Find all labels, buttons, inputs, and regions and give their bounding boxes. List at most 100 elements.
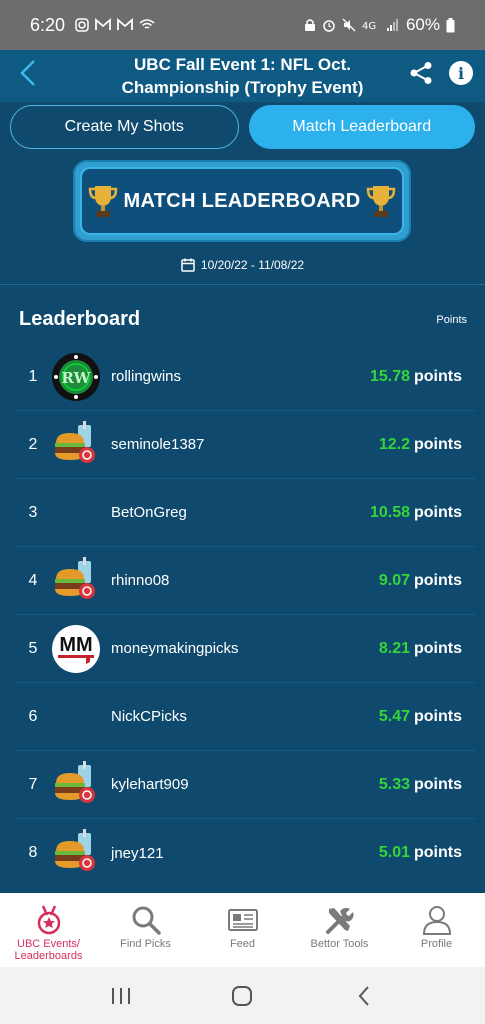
leaderboard-row[interactable]: 7 kylehart909 5.33 points [14,751,476,819]
score: 15.78 points [370,368,462,386]
leaderboard-row[interactable]: 6 NickCPicks 5.47 points [14,683,476,751]
rw-logo-avatar: RW [52,352,100,401]
rank: 5 [28,639,38,657]
points-value: 10.58 [369,503,410,521]
home-button[interactable] [227,981,257,1011]
avatar [52,760,100,809]
leaderboard-header: Leaderboard Points [19,308,467,331]
bottom-nav: UBC Events/ Leaderboards Find Picks Feed… [0,893,485,967]
recent-apps-icon [111,987,130,1004]
signal-icon [386,19,398,31]
tab-create-my-shots[interactable]: Create My Shots [10,105,239,149]
rank: 3 [28,503,38,521]
points-unit: points [414,707,462,725]
score: 5.47 points [379,708,462,726]
points-value: 5.01 [378,844,410,861]
mail-icon [117,18,133,30]
leaderboard-row[interactable]: 5 MM moneymakingpicks 8.21 points [14,615,476,683]
nav-label: Bettor Tools [310,938,369,950]
info-button[interactable]: i [449,61,473,85]
rank: 1 [28,367,38,385]
username: kylehart909 [111,776,189,793]
tab-match-leaderboard[interactable]: Match Leaderboard [248,105,475,149]
score: 9.07 points [379,572,462,590]
nav-find-picks[interactable]: Find Picks [97,893,194,967]
rank: 6 [28,707,38,725]
points-value: 5.47 [378,707,410,725]
rank: 7 [28,775,38,793]
nav-bettor-tools[interactable]: Bettor Tools [291,893,388,967]
banner-title: MATCH LEADERBOARD [123,189,361,212]
points-unit: points [414,639,462,657]
burger-soda-avatar [55,829,95,871]
lock-icon [304,19,315,31]
score: 8.21 points [379,640,462,658]
nav-feed[interactable]: Feed [194,893,291,967]
username: NickCPicks [111,708,187,725]
instagram-icon [75,18,89,32]
search-icon [132,906,161,935]
tools-icon [325,907,354,934]
burger-soda-avatar [55,760,95,803]
leaderboard-row[interactable]: 1 RW rollingwins 15.78 points [14,343,476,411]
trophy-icon [367,186,396,217]
points-unit: points [414,367,462,385]
android-nav-bar [0,967,485,1024]
tab-bar: Create My Shots Match Leaderboard [10,105,475,149]
burger-soda-avatar [55,420,95,463]
nav-label: Feed [229,938,256,950]
leaderboard-row[interactable]: 2 seminole1387 12.2 points [14,411,476,479]
svg-text:RW: RW [62,369,92,387]
home-icon [232,985,253,1006]
points-value: 8.21 [378,639,410,657]
svg-text:4G: 4G [362,21,376,32]
points-unit: points [414,571,462,589]
mute-icon [342,18,356,32]
points-unit: points [414,775,462,793]
rank: 2 [28,435,38,453]
avatar [52,693,100,741]
leaderboard-list: 1 RW rollingwins 15.78 points 2 seminole… [14,343,476,887]
back-button[interactable] [14,58,42,88]
avatar [52,489,100,537]
share-icon [410,62,432,84]
points-column-label: Points [436,313,467,326]
date-range-text: 10/20/22 - 11/08/22 [200,258,305,272]
banner-inner: MATCH LEADERBOARD [80,167,404,235]
username: BetOnGreg [111,504,187,521]
leaderboard-row[interactable]: 3 BetOnGreg 10.58 points [14,479,476,547]
points-unit: points [414,503,462,521]
username: rhinno08 [111,572,170,589]
share-button[interactable] [409,61,433,85]
username: jney121 [111,844,164,862]
nav-label: Profile [420,938,453,950]
nav-profile[interactable]: Profile [388,893,485,967]
status-time: 6:20 [30,14,66,35]
app-header: UBC Fall Event 1: NFL Oct. Championship … [0,50,485,102]
system-back-button[interactable] [349,981,379,1011]
avatar [52,556,100,605]
leaderboard-row[interactable]: 4 rhinno08 9.07 points [14,547,476,615]
date-range: 10/20/22 - 11/08/22 [0,258,485,272]
burger-soda-avatar [55,556,95,599]
notification-icons [75,18,155,32]
battery-icon [446,17,455,32]
nav-ubc-events[interactable]: UBC Events/ Leaderboards [0,893,97,967]
wifi-calling-icon [139,19,155,29]
avatar: RW [52,352,100,401]
score: 5.33 points [379,776,462,794]
score: 10.58 points [370,504,462,522]
username: moneymakingpicks [111,640,239,657]
calendar-icon [181,258,195,272]
battery-percent: 60% [405,15,440,34]
leaderboard-row[interactable]: 8 jney121 5.01 points [14,819,476,887]
points-value: 12.2 [378,435,410,453]
recent-apps-button[interactable] [106,981,136,1011]
status-bar: 6:20 4G 60% [0,0,485,50]
alarm-icon [323,20,335,32]
avatar [52,829,100,877]
points-value: 9.07 [378,571,410,589]
rank: 4 [28,571,38,589]
person-icon [422,906,451,935]
medal-icon [37,905,60,935]
